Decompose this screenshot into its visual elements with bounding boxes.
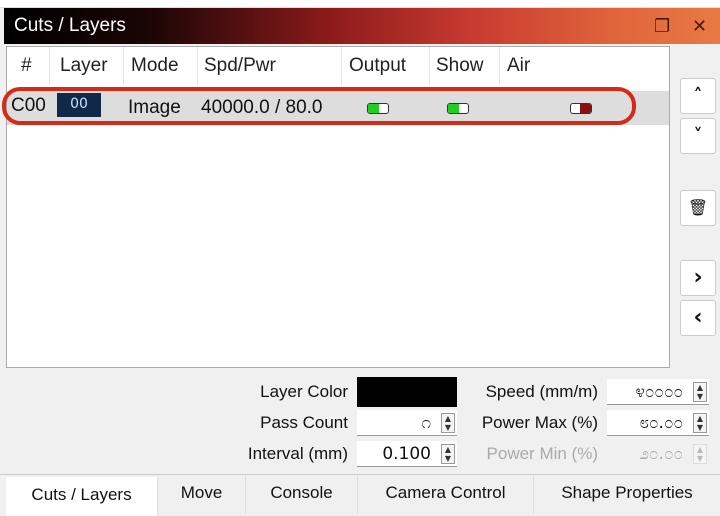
speed-label: Speed (mm/m): [485, 382, 598, 401]
layer-color-label: Layer Color: [260, 382, 348, 401]
tab-camera-control[interactable]: Camera Control: [358, 475, 534, 514]
tab-shape-properties[interactable]: Shape Properties: [534, 475, 720, 514]
panel-title: Cuts / Layers: [14, 15, 126, 36]
power-min-spinbox: ೨೦.೦೦ ▲ ▼: [607, 441, 709, 467]
layer-side-buttons: ˄ ˅ 🗑 › ‹: [672, 46, 720, 368]
header-air[interactable]: Air: [507, 55, 530, 77]
spin-arrows-icon[interactable]: ▲ ▼: [693, 382, 707, 402]
chevron-left-icon[interactable]: ‹: [680, 300, 716, 336]
panel-titlebar[interactable]: Cuts / Layers ❐ ✕: [4, 8, 720, 44]
window-top-strip: [0, 0, 720, 8]
restore-icon[interactable]: ❐: [654, 8, 670, 44]
header-mode[interactable]: Mode: [131, 55, 179, 77]
chevron-right-icon[interactable]: ›: [680, 260, 716, 296]
trash-icon[interactable]: 🗑: [680, 190, 716, 226]
layer-properties: Layer Color Pass Count ೧ ▲ ▼ Interval (mm)…: [0, 372, 720, 472]
close-icon[interactable]: ✕: [692, 8, 707, 44]
header-output[interactable]: Output: [349, 55, 406, 77]
power-max-label: Power Max (%): [481, 413, 598, 432]
chevron-up-icon[interactable]: ˄: [680, 78, 716, 114]
tab-move[interactable]: Move: [158, 475, 246, 514]
spin-arrows-icon: ▲ ▼: [693, 444, 707, 464]
interval-spinbox[interactable]: 0.100 ▲ ▼: [357, 441, 457, 467]
chevron-down-icon[interactable]: ˅: [680, 118, 716, 154]
bottom-tab-bar: Cuts / Layers Move Console Camera Contro…: [0, 474, 720, 516]
header-num[interactable]: #: [21, 55, 32, 77]
tab-console[interactable]: Console: [246, 475, 358, 514]
power-min-label: Power Min (%): [486, 444, 598, 463]
power-max-spinbox[interactable]: ೮೦.೦೦ ▲ ▼: [607, 410, 709, 436]
interval-label: Interval (mm): [247, 444, 348, 463]
speed-spinbox[interactable]: ೪೦೦೦೦ ▲ ▼: [607, 379, 709, 405]
spin-arrows-icon[interactable]: ▲ ▼: [441, 413, 455, 433]
tab-cuts-layers[interactable]: Cuts / Layers: [6, 477, 158, 516]
pass-count-spinbox[interactable]: ೧ ▲ ▼: [357, 410, 457, 436]
header-spd-pwr[interactable]: Spd/Pwr: [204, 55, 276, 77]
row-highlight-annotation: [2, 87, 636, 125]
header-layer[interactable]: Layer: [60, 55, 108, 77]
header-show[interactable]: Show: [436, 55, 484, 77]
layer-color-button[interactable]: [357, 377, 457, 407]
spin-arrows-icon[interactable]: ▲ ▼: [693, 413, 707, 433]
pass-count-label: Pass Count: [260, 413, 348, 432]
spin-arrows-icon[interactable]: ▲ ▼: [441, 444, 455, 464]
